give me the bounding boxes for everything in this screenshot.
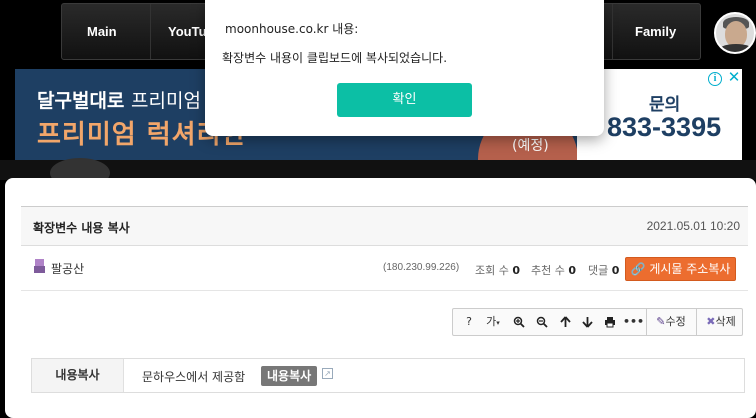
post-date: 2021.05.01 10:20 [646, 219, 740, 233]
ad-info-icon[interactable]: i [708, 72, 722, 86]
author-ip: (180.230.99.226) [383, 262, 460, 273]
dialog-title: moonhouse.co.kr 내용: [225, 22, 359, 36]
author-level-icon [34, 259, 45, 273]
zoom-in-icon[interactable] [509, 309, 529, 335]
dialog-ok-button[interactable]: 확인 [337, 83, 472, 117]
more-options-icon[interactable]: ••• [623, 309, 644, 335]
comment-count: 댓글 0 [588, 264, 620, 277]
external-link-icon[interactable]: ↗ [322, 368, 333, 379]
copy-post-url-button[interactable]: 🔗 게시물 주소복사 [625, 257, 736, 281]
ad-phone-number: 833-3395 [607, 112, 722, 142]
post-card: 확장변수 내용 복사 2021.05.01 10:20 팔공산 (180.230… [5, 178, 756, 418]
arrow-down-icon[interactable] [577, 309, 597, 335]
edit-button[interactable]: ✎수정 [650, 309, 692, 335]
print-icon[interactable] [600, 309, 620, 335]
nav-item-family[interactable]: Family [635, 4, 676, 59]
recommend-count: 추천 수 0 [531, 264, 577, 277]
dialog-message: 확장변수 내용이 클립보드에 복사되었습니다. [222, 51, 448, 65]
extra-field-value: 문하우스에서 제공함 [142, 370, 246, 384]
page-background [0, 160, 756, 180]
nav-item-youtube[interactable]: YouTu [168, 4, 207, 59]
toolbar-separator [646, 309, 647, 335]
nav-separator [612, 4, 613, 59]
font-size-button[interactable]: 가▾ [481, 309, 505, 335]
arrow-up-icon[interactable] [555, 309, 575, 335]
view-count: 조회 수 0 [475, 264, 521, 277]
user-avatar[interactable] [714, 12, 756, 54]
delete-button[interactable]: ✖삭제 [700, 309, 742, 335]
extra-field-label: 내용복사 [32, 359, 124, 392]
divider [21, 290, 748, 291]
help-icon[interactable]: ? [459, 309, 479, 335]
extra-field-row: 내용복사 문하우스에서 제공함 내용복사 ↗ [31, 358, 745, 393]
post-toolbar: ? 가▾ ••• ✎수정 ✖삭제 [452, 308, 743, 336]
alert-dialog: moonhouse.co.kr 내용: 확장변수 내용이 클립보드에 복사되었습… [205, 0, 604, 136]
copy-content-button[interactable]: 내용복사 [261, 366, 318, 386]
post-header: 확장변수 내용 복사 2021.05.01 10:20 [21, 206, 748, 246]
post-title: 확장변수 내용 복사 [33, 221, 130, 235]
author-name[interactable]: 팔공산 [51, 260, 84, 277]
nav-item-main[interactable]: Main [87, 4, 117, 59]
ad-close-icon[interactable]: ✕ [726, 69, 742, 85]
zoom-out-icon[interactable] [532, 309, 552, 335]
ad-headline: 달구벌대로 프리미엄 리 [37, 90, 225, 112]
toolbar-separator [696, 309, 697, 335]
nav-separator [150, 4, 151, 59]
link-icon: 🔗 [630, 262, 646, 276]
